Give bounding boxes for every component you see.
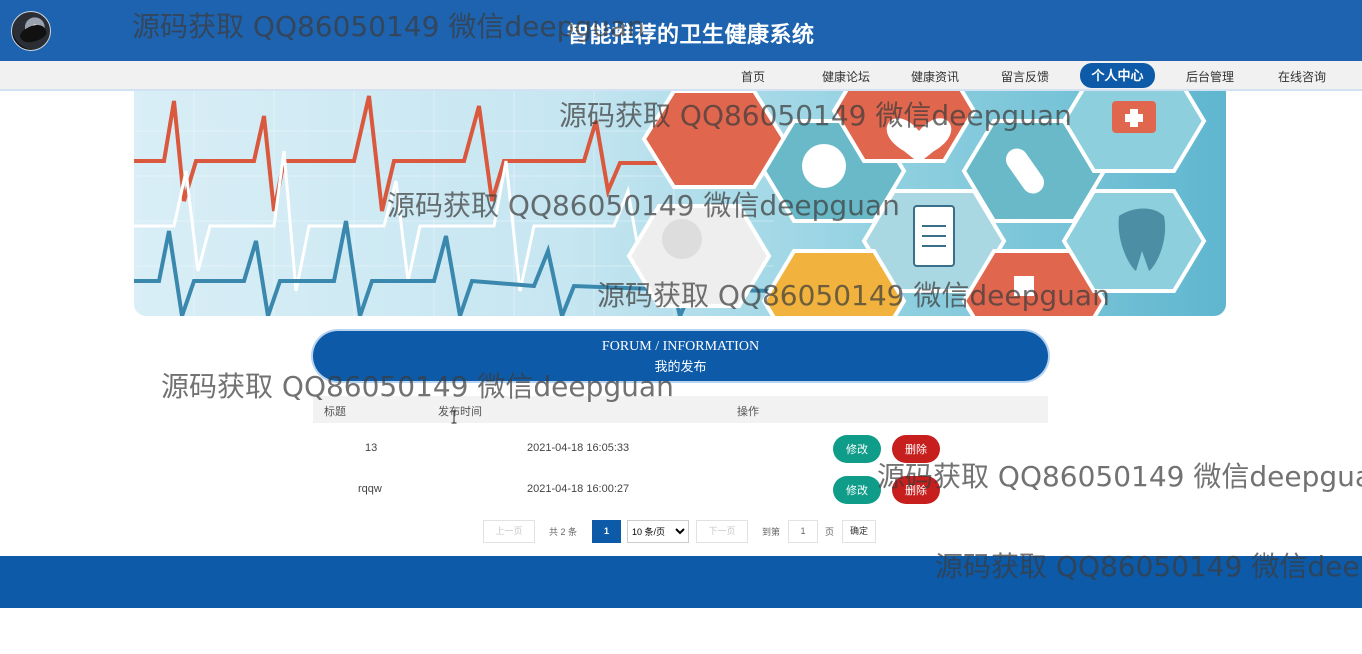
page-footer	[0, 556, 1362, 608]
banner-graphic	[134, 91, 1207, 316]
goto-page-input[interactable]: 1	[788, 520, 818, 543]
nav-item-news[interactable]: 健康资讯	[905, 66, 965, 88]
pagination: 上一页 共 2 条 1 10 条/页 下一页 到第 1 页 确定	[0, 520, 1362, 544]
confirm-button[interactable]: 确定	[842, 520, 876, 543]
avatar-icon[interactable]	[11, 11, 51, 51]
nav-item-consult[interactable]: 在线咨询	[1272, 66, 1332, 88]
next-page-button[interactable]: 下一页	[696, 520, 748, 543]
table-header: 标题 发布时间 操作	[313, 396, 1048, 423]
main-nav: 首页 健康论坛 健康资讯 留言反馈 个人中心 后台管理 在线咨询	[0, 61, 1362, 91]
table-row: rqqw 2021-04-18 16:00:27 修改 删除	[313, 470, 1048, 511]
nav-item-feedback[interactable]: 留言反馈	[995, 66, 1055, 88]
total-count: 共 2 条	[549, 527, 578, 537]
site-title: 智能推荐的卫生健康系统	[567, 22, 815, 47]
delete-button[interactable]: 删除	[892, 435, 940, 463]
goto-label: 到第	[762, 527, 781, 537]
edit-button[interactable]: 修改	[833, 435, 881, 463]
nav-item-forum[interactable]: 健康论坛	[815, 66, 877, 88]
page-1-button[interactable]: 1	[592, 520, 621, 543]
banner-image	[134, 91, 1226, 316]
top-header: 智能推荐的卫生健康系统	[0, 0, 1362, 61]
posts-table: 标题 发布时间 操作 13 2021-04-18 16:05:33 修改 删除 …	[313, 396, 1048, 511]
nav-item-admin[interactable]: 后台管理	[1180, 66, 1240, 88]
column-header-title: 标题	[324, 406, 346, 418]
text-cursor-icon	[451, 410, 457, 424]
column-header-actions: 操作	[737, 406, 759, 418]
page-size-select[interactable]: 10 条/页	[627, 520, 689, 543]
nav-item-personal-center[interactable]: 个人中心	[1080, 63, 1155, 88]
page-size-wrapper: 10 条/页	[627, 520, 689, 543]
prev-page-button[interactable]: 上一页	[483, 520, 535, 543]
page: 智能推荐的卫生健康系统 首页 健康论坛 健康资讯 留言反馈 个人中心 后台管理 …	[0, 0, 1362, 654]
edit-button[interactable]: 修改	[833, 476, 881, 504]
nav-item-home[interactable]: 首页	[728, 66, 778, 88]
section-title-en: FORUM / INFORMATION	[601, 339, 760, 354]
post-time: 2021-04-18 16:05:33	[527, 442, 630, 454]
post-title: rqqw	[358, 483, 382, 495]
page-unit-label: 页	[825, 527, 835, 537]
table-row: 13 2021-04-18 16:05:33 修改 删除	[313, 429, 1048, 470]
section-title-cn: 我的发布	[654, 359, 707, 374]
section-header: FORUM / INFORMATION 我的发布	[313, 331, 1048, 381]
delete-button[interactable]: 删除	[892, 476, 940, 504]
column-header-time: 发布时间	[438, 406, 482, 418]
post-time: 2021-04-18 16:00:27	[527, 483, 630, 495]
post-title: 13	[365, 442, 378, 454]
